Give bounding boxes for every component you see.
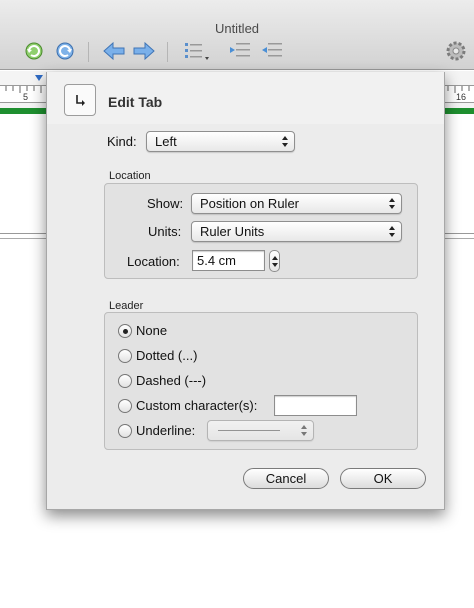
popup-arrows-icon xyxy=(299,423,309,438)
units-value: Ruler Units xyxy=(200,224,265,239)
arrow-left-icon[interactable] xyxy=(101,40,127,62)
list-style-icon[interactable] xyxy=(183,40,209,62)
dialog-title: Edit Tab xyxy=(108,94,163,110)
show-value: Position on Ruler xyxy=(200,196,299,211)
dialog-header xyxy=(47,72,444,124)
kind-label: Kind: xyxy=(107,134,137,149)
location-stepper[interactable] xyxy=(269,250,280,272)
tab-marker-icon[interactable] xyxy=(35,75,43,81)
ruler-label: 5 xyxy=(23,92,29,102)
leader-dotted-label[interactable]: Dotted (...) xyxy=(136,348,197,363)
kind-value: Left xyxy=(155,134,177,149)
kind-popup[interactable]: Left xyxy=(146,131,295,152)
indent-increase-icon[interactable] xyxy=(228,40,254,62)
popup-arrows-icon xyxy=(280,134,290,149)
leader-dashed-label[interactable]: Dashed (---) xyxy=(136,373,206,388)
popup-arrows-icon xyxy=(387,224,397,239)
location-group-title: Location xyxy=(109,170,151,182)
indent-decrease-icon[interactable] xyxy=(260,40,286,62)
toolbar-separator xyxy=(167,42,168,62)
leader-custom-radio[interactable] xyxy=(118,399,132,413)
ruler-label: 16 xyxy=(456,92,467,102)
leader-custom-label[interactable]: Custom character(s): xyxy=(136,398,257,413)
undo-icon[interactable] xyxy=(21,40,47,62)
show-popup[interactable]: Position on Ruler xyxy=(191,193,402,214)
underline-style-preview xyxy=(218,430,280,431)
popup-arrows-icon xyxy=(387,196,397,211)
leader-underline-label[interactable]: Underline: xyxy=(136,423,195,438)
cancel-button[interactable]: Cancel xyxy=(243,468,329,489)
edit-tab-dialog: Edit Tab Kind: Left Location Show: Posit… xyxy=(46,72,445,510)
leader-none-label[interactable]: None xyxy=(136,323,167,338)
ok-button[interactable]: OK xyxy=(340,468,426,489)
leader-none-radio[interactable] xyxy=(118,324,132,338)
custom-character-field[interactable] xyxy=(274,395,357,416)
underline-style-popup[interactable] xyxy=(207,420,314,441)
tab-stop-icon xyxy=(64,84,96,116)
leader-dotted-radio[interactable] xyxy=(118,349,132,363)
location-label: Location: xyxy=(127,254,180,269)
leader-dashed-radio[interactable] xyxy=(118,374,132,388)
units-popup[interactable]: Ruler Units xyxy=(191,221,402,242)
units-label: Units: xyxy=(148,224,182,239)
show-label: Show: xyxy=(147,196,184,211)
leader-group-title: Leader xyxy=(109,300,144,312)
leader-underline-radio[interactable] xyxy=(118,424,132,438)
window-titlebar: Untitled xyxy=(0,0,474,70)
toolbar-separator xyxy=(88,42,89,62)
location-field[interactable]: 5.4 cm xyxy=(192,250,265,271)
arrow-right-icon[interactable] xyxy=(131,40,157,62)
gear-icon[interactable] xyxy=(443,40,469,62)
redo-icon[interactable] xyxy=(52,40,78,62)
window-title: Untitled xyxy=(214,21,260,36)
